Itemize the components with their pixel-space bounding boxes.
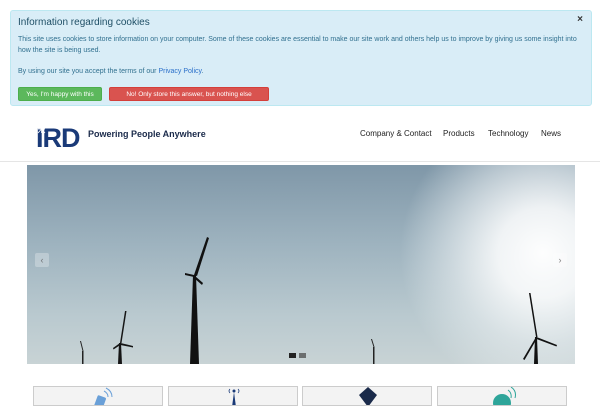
wind-turbine <box>185 237 209 364</box>
nav-company-contact[interactable]: Company & Contact <box>360 129 432 138</box>
cookie-notice-terms: By using our site you accept the terms o… <box>18 66 203 77</box>
header-divider <box>0 161 600 162</box>
nav-news[interactable]: News <box>541 129 561 138</box>
slider-pagination <box>289 353 306 358</box>
close-icon[interactable]: × <box>577 14 583 25</box>
shield-icon <box>359 387 377 405</box>
slide-dot-1[interactable] <box>289 353 296 358</box>
wind-turbine <box>113 311 133 364</box>
cookie-notice: Information regarding cookies × This sit… <box>10 10 592 106</box>
cookie-terms-suffix: . <box>201 68 204 75</box>
tagline: Powering People Anywhere <box>88 129 206 139</box>
product-tile-signal-globe[interactable] <box>437 386 567 406</box>
product-tile-shield[interactable] <box>302 386 432 406</box>
satellite-phone-icon <box>93 387 113 405</box>
cookie-terms-prefix: By using our site you accept the terms o… <box>18 68 159 75</box>
nav-technology[interactable]: Technology <box>488 129 528 138</box>
wind-turbine <box>523 293 557 364</box>
product-tile-satellite-phone[interactable] <box>33 386 163 406</box>
wind-turbines-image <box>80 237 557 364</box>
cookie-notice-text: This site uses cookies to store informat… <box>18 36 577 54</box>
radio-tower-icon <box>228 388 240 405</box>
accept-cookies-button[interactable]: Yes, I'm happy with this <box>18 87 102 101</box>
privacy-policy-link[interactable]: Privacy Policy <box>158 68 201 75</box>
product-tile-radio-tower[interactable] <box>168 386 298 406</box>
decline-cookies-button[interactable]: No! Only store this answer, but nothing … <box>109 87 269 101</box>
signal-globe-icon <box>493 387 516 405</box>
hero-slider[interactable]: ‹ › <box>27 165 575 364</box>
wind-turbine <box>371 339 375 364</box>
chevron-left-icon[interactable]: ‹ <box>35 253 49 267</box>
wind-turbine <box>80 341 84 364</box>
chevron-right-icon[interactable]: › <box>553 253 567 267</box>
logo-spark-icon <box>37 124 46 134</box>
ird-logo[interactable]: IRD <box>36 123 88 149</box>
cookie-notice-title: Information regarding cookies <box>18 17 150 28</box>
logo-text: IRD <box>36 123 80 149</box>
slide-dot-2[interactable] <box>299 353 306 358</box>
nav-products[interactable]: Products <box>443 129 475 138</box>
